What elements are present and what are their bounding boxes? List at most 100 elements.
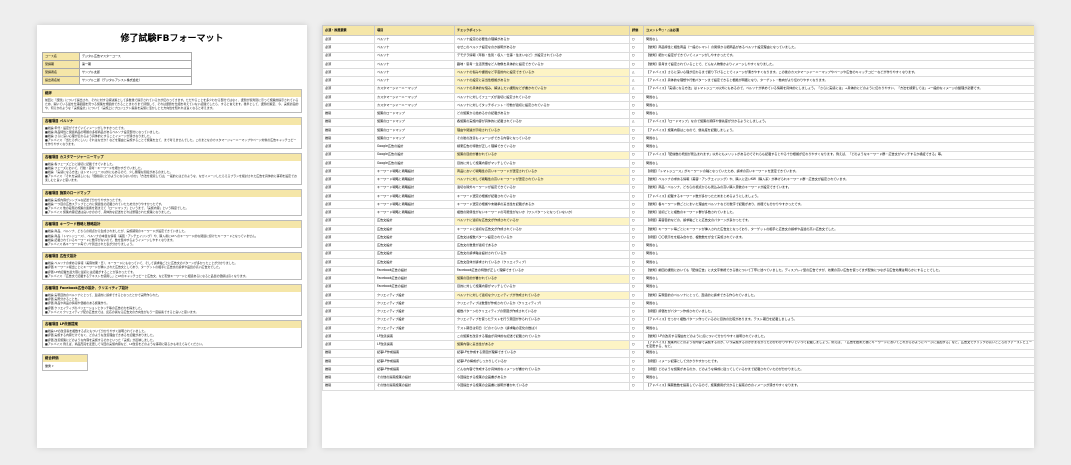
comment-cell[interactable]: 問題なし: [643, 142, 1034, 152]
evaluation-cell[interactable]: ○: [629, 51, 644, 61]
comment-cell[interactable]: 【評価】〇〇表示をを組み合わせ、複数数をが全て実施されています。: [643, 232, 1034, 243]
comment-cell[interactable]: 【アドバイス】施策内容はこなので、優先度を記載しましょう。: [643, 125, 1034, 136]
comment-cell[interactable]: 問題なし: [643, 249, 1034, 259]
comment-cell[interactable]: 問題なし: [643, 373, 1034, 383]
comment-cell[interactable]: 【優秀】細かく設定ができていてイメージがしやすかったです。: [643, 51, 1034, 61]
evaluation-cell[interactable]: ○: [629, 175, 644, 185]
section-body[interactable]: 前回に「課題」について提出され、それに対する解決策として多数後で提示されているか…: [43, 97, 301, 112]
evaluation-cell[interactable]: ○: [629, 307, 644, 317]
info-value[interactable]: サンプル二郎（デジタルアシスト株式会社）: [79, 76, 192, 85]
evaluation-cell[interactable]: ○: [629, 249, 644, 259]
evaluation-cell[interactable]: ○: [629, 142, 644, 152]
comment-cell[interactable]: 【アドバイス】施策内にどのような内容で実施するのか、いつ実施するのかがまなかった…: [643, 340, 1034, 350]
evaluation-cell[interactable]: ○: [629, 109, 644, 119]
evaluation-cell[interactable]: △: [629, 117, 644, 127]
comment-cell[interactable]: 問題なし: [643, 257, 1034, 268]
evaluation-cell[interactable]: ○: [629, 199, 644, 210]
evaluation-cell[interactable]: ○: [629, 158, 644, 169]
comment-cell[interactable]: 【優秀】前回の課題においても「配信広告」に大文字重視できる後について丁寧に述べて…: [643, 265, 1034, 276]
comment-cell[interactable]: 【アドバイス】「ロードマップ」なので施策の順序や優先度が分かるようにしましょう。: [643, 117, 1034, 127]
section-body[interactable]: ■総論 商品、ペルソナ、どちらの視点から生成されましたが、実施期間のキーワードが…: [43, 228, 301, 247]
comment-cell[interactable]: 問題なし: [643, 92, 1034, 103]
evaluation-cell[interactable]: ○: [629, 133, 644, 144]
comment-cell[interactable]: 【アドバイス】具体的な理想や行動パターンまで設定できると根拠が明確になり、ターゲ…: [643, 76, 1034, 86]
comment-cell[interactable]: 【アドバイス】「配信数の増加が見込まれます」以外にもメリットがあるのでそれらも記…: [643, 150, 1034, 160]
evaluation-cell[interactable]: ○: [629, 340, 644, 350]
evaluation-cell[interactable]: ○: [629, 348, 644, 358]
evaluation-cell[interactable]: ○: [629, 125, 644, 136]
comment-cell[interactable]: 問題なし: [643, 282, 1034, 292]
evaluation-cell[interactable]: ○: [629, 150, 644, 160]
evaluation-cell[interactable]: ○: [629, 274, 644, 284]
evaluation-cell[interactable]: ○: [629, 241, 644, 251]
section-body[interactable]: ■総論 年代・設定ができていてイメージがしやすかったです。 ■総論 商品特性と関…: [43, 125, 301, 148]
evaluation-cell[interactable]: ○: [629, 183, 644, 193]
section-body[interactable]: ■総論 実現目的のペルソナにとって、直感的に訴求できるとなったとかで実際作られた…: [43, 292, 301, 315]
comment-cell[interactable]: 【アドバイス】購買数数を提案しているので、施策費用が分かると提案の方のイメージが…: [643, 381, 1034, 391]
comment-cell[interactable]: 【優秀】ペルソナの求める情報（美容・アンチエイジング）や、購入に近いKW（購入系…: [643, 175, 1034, 185]
evaluation-cell[interactable]: ○: [629, 298, 644, 309]
evaluation-cell[interactable]: ○: [629, 92, 644, 103]
comment-cell[interactable]: 【評価】評価をがパターン作成されていました。: [643, 307, 1034, 317]
comment-cell[interactable]: 【アドバイス】「実感になる方法」はトマトジュース以外にもあるので、ペルソナが求め…: [643, 84, 1034, 94]
evaluation-cell[interactable]: ○: [629, 282, 644, 292]
comment-cell[interactable]: 【優秀】LPの改善する理由をどのように点について分かりやすく説明されていました。: [643, 331, 1034, 342]
evaluation-cell[interactable]: △: [629, 76, 644, 86]
comment-cell[interactable]: 問題なし: [643, 133, 1034, 144]
evaluation-cell[interactable]: ○: [629, 216, 644, 226]
comment-cell[interactable]: 【評価】どのような施策があるのか、どのような構成に従ってしているかまで記載されて…: [643, 364, 1034, 375]
comment-cell[interactable]: 【優秀】商品・ペルソナ、どちらの視点からも見込みの高い購入意欲のキーワードが設定…: [643, 183, 1034, 193]
comment-cell[interactable]: 問題なし: [643, 298, 1034, 309]
section-body[interactable]: ■総論 各フェーズごとに適切に記載できていました。 ■総論 フェーズにおいて、行…: [43, 161, 301, 184]
overall-evaluation-value[interactable]: 優秀 ▾: [43, 362, 87, 370]
section-body[interactable]: ■総論 実施内容がシンプルな記述で分かりやすかったです。 ■総論 一つ目の広告ス…: [43, 197, 301, 216]
evaluation-cell[interactable]: ○: [629, 166, 644, 177]
comment-cell[interactable]: 問題なし: [643, 34, 1034, 45]
evaluation-cell[interactable]: ○: [629, 34, 644, 45]
evaluation-cell[interactable]: ○: [629, 232, 644, 243]
evaluation-cell[interactable]: ○: [629, 265, 644, 276]
evaluation-cell[interactable]: ○: [629, 290, 644, 301]
comment-cell[interactable]: 【優秀】実現目的のペルソナにとって、直感的に訴求できる作られていました。: [643, 290, 1034, 301]
comment-cell[interactable]: 【アドバイス】記載するキーワード数が多かったためまとめるようにしましょう。: [643, 191, 1034, 202]
requirement-cell: 必須: [322, 290, 375, 301]
info-value[interactable]: 第一期: [79, 60, 192, 69]
evaluation-cell[interactable]: ○: [629, 191, 644, 202]
evaluation-cell[interactable]: ○: [629, 323, 644, 334]
comment-cell[interactable]: 【評価】イメージ記事として分かりやすかったです。: [643, 356, 1034, 367]
evaluation-cell[interactable]: ○: [629, 331, 644, 342]
comment-cell[interactable]: 問題なし: [643, 323, 1034, 334]
comment-cell[interactable]: 【優秀】キーワード毎ごとにキーワードが挿入された広告文となっており、ターゲットの…: [643, 224, 1034, 235]
comment-cell[interactable]: 問題なし: [643, 109, 1034, 119]
comment-cell[interactable]: 【評価】美容目的などの、訴求軸ごとに広告文のパターンが多かったです。: [643, 216, 1034, 226]
comment-cell[interactable]: 【優秀】思考まで設定されていることで、どんな人物像かよりイメージしやすくなりまし…: [643, 59, 1034, 70]
evaluation-cell[interactable]: ○: [629, 356, 644, 367]
evaluation-cell[interactable]: △: [629, 67, 644, 78]
evaluation-cell[interactable]: ○: [629, 364, 644, 375]
comment-cell[interactable]: 【優秀】商品特性と相性商品（一般のトマト）の関係から細商品があるペルソナ設定理由…: [643, 43, 1034, 53]
evaluation-cell[interactable]: ○: [629, 100, 644, 111]
comment-cell[interactable]: 【優秀】適切ごとに複数のキーワード群が多数されていました。: [643, 208, 1034, 218]
comment-cell[interactable]: 【アドバイス】せっかく複数パターン作っているのに目的の比較があります。テスト期日…: [643, 315, 1034, 325]
comment-cell[interactable]: 問題なし: [643, 274, 1034, 284]
section-body[interactable]: ■総論 LPの改善案を複数する点にもついて分かりやすく説明されていました。 ■評…: [43, 328, 301, 347]
evaluation-cell[interactable]: ○: [629, 373, 644, 383]
evaluation-cell[interactable]: ○: [629, 59, 644, 70]
evaluation-cell[interactable]: ○: [629, 315, 644, 325]
comment-cell[interactable]: 【優秀】各キーワード群ごとにまいた理由をペルソナなどの数字で記載があり、的確でも…: [643, 199, 1034, 210]
comment-cell[interactable]: 問題なし: [643, 241, 1034, 251]
comment-cell[interactable]: 問題なし: [643, 100, 1034, 111]
comment-cell[interactable]: 問題なし: [643, 158, 1034, 169]
comment-cell[interactable]: 【評価】「トマトジュース」がキーワードの軸となっていたため、訴求の高いキーワード…: [643, 166, 1034, 177]
evaluation-cell[interactable]: ○: [629, 208, 644, 218]
info-value[interactable]: サンプル太郎: [79, 68, 192, 77]
comment-cell[interactable]: 【アドバイス】さらに深い心理が伝わるまで掘り下げることでイメージが湧きやすくなり…: [643, 67, 1034, 78]
evaluation-cell[interactable]: ○: [629, 43, 644, 53]
comment-cell[interactable]: 問題なし: [643, 348, 1034, 358]
info-value[interactable]: デジタル広告マスターコース: [79, 52, 192, 61]
section-body[interactable]: ■総論 ペルソナの求める情報（美容効果・日）、キーワードにもなっていて、そして訴…: [43, 260, 301, 279]
evaluation-cell[interactable]: ○: [629, 381, 644, 391]
evaluation-cell[interactable]: △: [629, 84, 644, 94]
evaluation-cell[interactable]: ○: [629, 224, 644, 235]
evaluation-cell[interactable]: ○: [629, 257, 644, 268]
